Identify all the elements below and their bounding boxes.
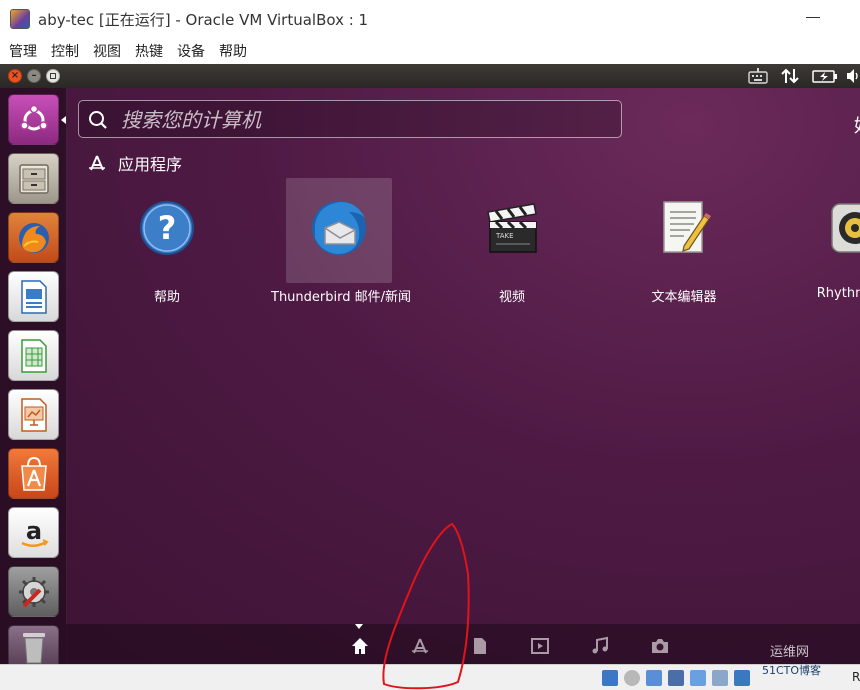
system-settings-icon[interactable]: [8, 566, 59, 617]
video-lens-icon[interactable]: [530, 636, 550, 656]
filter-results-label[interactable]: 好: [854, 112, 860, 138]
writer-icon[interactable]: [8, 271, 59, 322]
files-icon[interactable]: [8, 153, 59, 204]
menu-view[interactable]: 视图: [88, 41, 126, 61]
display-icon[interactable]: [734, 670, 750, 686]
window-title: aby-tec [正在运行] - Oracle VM VirtualBox : …: [38, 10, 369, 29]
music-lens-icon[interactable]: [590, 636, 610, 656]
dash-lens-bar: [66, 624, 860, 664]
network-icon[interactable]: [780, 68, 800, 84]
ubuntu-launcher: a: [0, 88, 67, 664]
app-tile-text-editor[interactable]: 文本编辑器: [616, 178, 752, 305]
home-lens-icon[interactable]: [350, 636, 370, 656]
hard-disk-icon[interactable]: [602, 670, 618, 686]
photo-lens-icon[interactable]: [650, 636, 670, 656]
menu-help[interactable]: 帮助: [214, 41, 252, 61]
app-tile-help[interactable]: ? 帮助: [99, 178, 235, 305]
network-adapter-icon[interactable]: [668, 670, 684, 686]
menu-manage[interactable]: 管理: [4, 41, 42, 61]
app-tile-video[interactable]: TAKE 视频: [444, 178, 580, 305]
guest-screen: × – a 搜索您的计算机 应用程序 ? 帮助 Thunderbird 邮件/新…: [0, 64, 860, 664]
watermark-line1: 运维网: [770, 645, 810, 660]
launcher-active-indicator: [61, 116, 66, 124]
battery-icon[interactable]: [812, 68, 838, 84]
usb-icon[interactable]: [690, 670, 706, 686]
menu-control[interactable]: 控制: [46, 41, 84, 61]
watermark-line2: 51CTO博客: [762, 664, 822, 677]
app-label-video: 视频: [498, 290, 525, 305]
app-label-rhythmbox: Rhythmbox: [816, 286, 860, 301]
dash-close-button[interactable]: ×: [8, 69, 22, 83]
calc-icon[interactable]: [8, 330, 59, 381]
audio-icon[interactable]: [646, 670, 662, 686]
amazon-icon[interactable]: a: [8, 507, 59, 558]
app-label-text-editor: 文本编辑器: [651, 290, 717, 305]
menu-hotkeys[interactable]: 热键: [130, 41, 168, 61]
firefox-icon[interactable]: [8, 212, 59, 263]
dash-maximize-button[interactable]: [46, 69, 60, 83]
volume-icon[interactable]: [846, 68, 860, 84]
search-icon: [89, 111, 107, 129]
watermark: 运维网 51CTO博客: [762, 646, 852, 686]
applications-lens-icon[interactable]: [410, 636, 430, 656]
vbox-status-bar: R: [0, 664, 860, 690]
active-lens-indicator: [355, 624, 363, 629]
host-key-label: R: [852, 670, 860, 684]
app-label-help: 帮助: [153, 290, 180, 305]
window-titlebar: aby-tec [正在运行] - Oracle VM VirtualBox : …: [0, 0, 860, 38]
software-center-icon[interactable]: [8, 448, 59, 499]
app-label-thunderbird: Thunderbird 邮件/新闻: [271, 290, 411, 305]
rhythmbox-icon: [831, 203, 860, 253]
window-minimize-button[interactable]: [806, 17, 820, 18]
applications-category-icon: [89, 155, 105, 171]
svg-text:TAKE: TAKE: [495, 232, 514, 240]
svg-text:?: ?: [158, 209, 177, 247]
impress-icon[interactable]: [8, 389, 59, 440]
text-editor-icon: [663, 201, 711, 253]
category-label: 应用程序: [118, 155, 183, 174]
menubar: 管理 控制 视图 热键 设备 帮助: [0, 38, 860, 64]
help-icon: ?: [140, 201, 194, 255]
files-lens-icon[interactable]: [470, 636, 490, 656]
dash-minimize-button[interactable]: –: [27, 69, 41, 83]
category-header[interactable]: 应用程序: [88, 152, 182, 174]
app-tile-thunderbird[interactable]: Thunderbird 邮件/新闻: [271, 178, 411, 305]
keyboard-icon[interactable]: [748, 68, 768, 84]
thunderbird-icon: [312, 201, 366, 255]
video-icon: TAKE: [487, 203, 537, 253]
app-tile-rhythmbox[interactable]: Rhythmbox: [786, 178, 860, 304]
shared-folders-icon[interactable]: [712, 670, 728, 686]
dash-search-input[interactable]: [119, 107, 613, 133]
virtualbox-logo-icon: [10, 9, 30, 29]
optical-drive-icon[interactable]: [624, 670, 640, 686]
ubuntu-top-panel: × –: [0, 64, 860, 88]
menu-devices[interactable]: 设备: [172, 41, 210, 61]
svg-text:a: a: [25, 517, 41, 545]
trash-icon[interactable]: [8, 625, 59, 664]
dash-search-box[interactable]: [78, 100, 622, 138]
ubuntu-dash-icon[interactable]: [8, 94, 59, 145]
